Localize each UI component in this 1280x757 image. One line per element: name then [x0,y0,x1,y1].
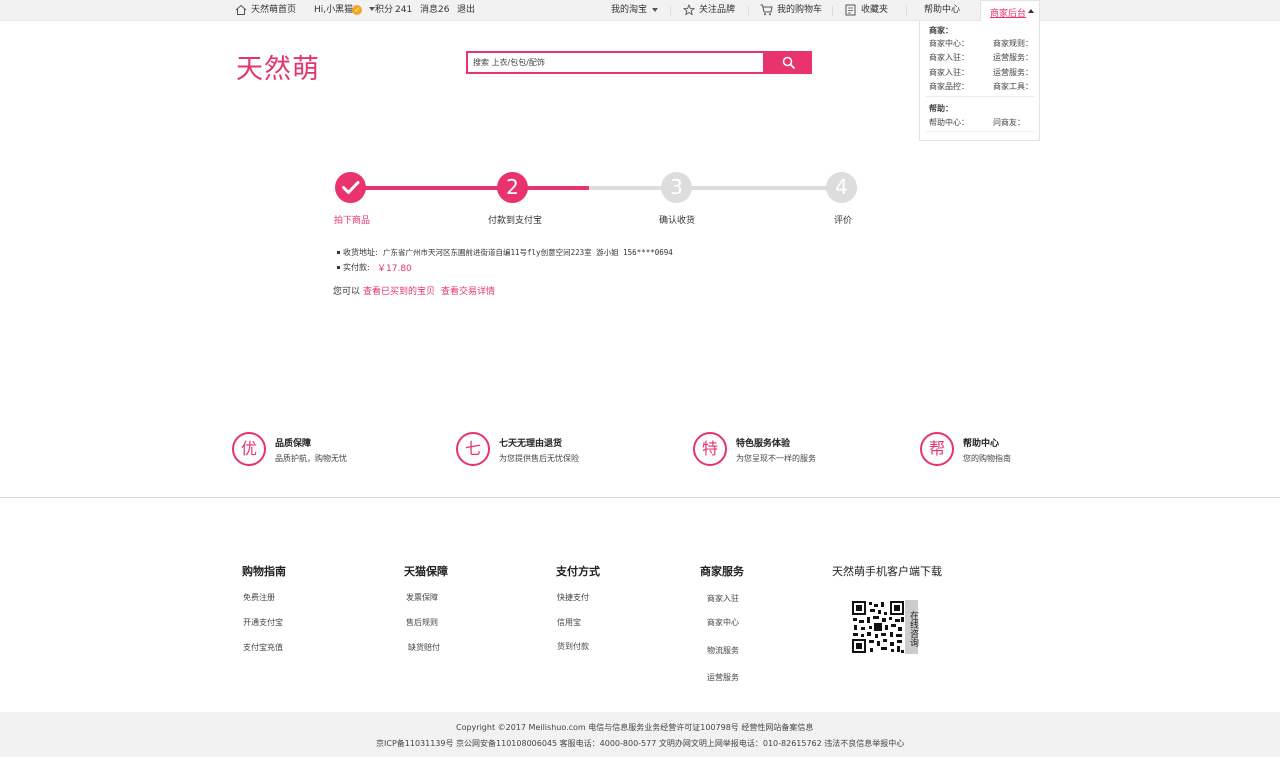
footer-link[interactable]: 物流服务 [707,645,739,656]
address-value: 广东省广州市天河区东圃前进街道自编11号fly创意空间223室 游小姐 156*… [383,248,673,257]
copyright-line-1: Copyright ©2017 Meilishuo.com 电信与信息服务业务经… [456,723,814,732]
dropdown-item[interactable]: 商家入驻： [929,68,969,78]
footer-link[interactable]: 商家中心 [707,617,739,628]
feature-desc: 为您呈现不一样的服务 [736,454,816,463]
footer-link[interactable]: 商家入驻 [707,593,739,604]
vip-badge-icon: ✓ [352,5,362,15]
seller-dropdown-menu: 商家： 商家中心： 商家规则： 商家入驻： 运营服务： 商家入驻： 运营服务： … [919,21,1040,141]
footer-link[interactable]: 免费注册 [243,592,275,603]
dropdown-item[interactable]: 问商友： [993,118,1025,128]
step-4-circle: 4 [826,172,857,203]
qr-code-icon [851,600,905,654]
dropdown-item[interactable]: 帮助中心： [929,118,969,128]
home-link[interactable]: 天然萌首页 [251,5,296,16]
help-heading: 帮助： [929,104,953,113]
footer-col-title: 支付方式 [556,565,600,578]
paid-amount: ￥17.80 [377,264,412,274]
favorites-link[interactable]: 收藏夹 [861,5,888,16]
step-2-circle: 2 [497,172,528,203]
quality-icon: 优 [232,432,266,466]
divider [926,96,1034,97]
divider [926,131,1034,132]
favorites-icon[interactable] [845,4,856,19]
progress-bar-pending [589,186,841,190]
dropdown-item[interactable]: 运营服务： [993,68,1033,78]
address-label: 收货地址: [343,248,378,257]
caret-down-icon[interactable] [652,8,658,12]
help-center-link[interactable]: 帮助中心 [924,5,960,16]
footer-link[interactable]: 售后规则 [406,617,438,628]
footer-col-title: 商家服务 [700,565,744,578]
feature-desc: 您的购物指南 [963,454,1011,463]
feature-title: 特色服务体验 [736,439,791,449]
search-icon [782,56,795,72]
seller-center-tab[interactable]: 商家后台 [980,0,1040,22]
step-1-label: 拍下商品 [334,216,371,226]
progress-bar-done [351,186,589,190]
footer-link[interactable]: 发票保障 [406,592,438,603]
footer-link[interactable]: 开通支付宝 [243,617,283,628]
footer-col-title: 天猫保障 [404,565,448,578]
caret-up-icon[interactable] [1028,9,1034,13]
my-taobao-link[interactable]: 我的淘宝 [611,5,647,16]
footer-col-title: 购物指南 [242,565,286,578]
points-label: 积分 [375,5,394,15]
footer-link[interactable]: 运营服务 [707,672,739,683]
cart-icon[interactable] [760,4,773,19]
hint-prefix: 您可以 [333,287,361,297]
step-4-label: 评价 [834,216,853,226]
bullet [337,266,340,269]
search-input[interactable] [468,53,763,72]
top-bar: 天然萌首页 Hi,小黑猫 ✓ 积分 241 消息26 退出 我的淘宝 关注品牌 … [0,0,1280,21]
step-3-label: 确认收货 [659,216,696,226]
feature-desc: 为您提供售后无忧保险 [499,454,579,463]
search-button[interactable] [765,51,812,74]
check-icon [342,181,360,194]
greeting-link[interactable]: Hi,小黑猫 [314,5,353,16]
feature-title: 帮助中心 [963,439,1000,449]
star-icon[interactable] [682,3,696,19]
online-consult-tag[interactable]: 在线咨询 [905,600,918,654]
dropdown-item[interactable]: 商家入驻： [929,53,969,63]
bullet [337,251,340,254]
site-logo[interactable]: 天然萌 [236,47,320,86]
section-divider [0,497,1280,498]
view-bought-link[interactable]: 查看已买到的宝贝 [363,284,435,297]
search-box [466,51,765,74]
step-3-circle: 3 [661,172,692,203]
copyright-line-2: 京ICP备11031139号 京公网安备110108006045 客服电话：40… [376,739,905,748]
app-download-title: 天然萌手机客户端下载 [832,565,942,578]
dropdown-item[interactable]: 商家工具： [993,82,1033,92]
step-2-label: 付款到支付宝 [488,216,543,226]
merchant-heading: 商家： [929,26,953,35]
footer-link[interactable]: 缺货赔付 [408,642,440,653]
seven-day-return-icon: 七 [456,432,490,466]
dropdown-item[interactable]: 运营服务： [993,53,1033,63]
points-value: 241 [395,5,413,15]
cart-link[interactable]: 我的购物车 [777,5,822,16]
footer-link[interactable]: 信用宝 [557,617,581,628]
view-detail-link[interactable]: 查看交易详情 [441,284,495,297]
dropdown-item[interactable]: 商家中心： [929,39,969,49]
footer-link[interactable]: 货到付款 [557,641,589,652]
copyright-bar: Copyright ©2017 Meilishuo.com 电信与信息服务业务经… [0,712,1280,757]
feature-title: 七天无理由退货 [499,439,563,449]
messages-link[interactable]: 消息26 [420,5,449,16]
logout-link[interactable]: 退出 [457,5,475,16]
seller-center-link[interactable]: 商家后台 [990,6,1026,19]
dropdown-item[interactable]: 商家品控： [929,82,969,92]
follow-brand-link[interactable]: 关注品牌 [699,5,735,16]
home-icon[interactable] [235,4,247,19]
feature-desc: 品质护航，购物无忧 [275,454,347,463]
special-service-icon: 特 [693,432,727,466]
step-1-circle [335,172,366,203]
paid-label: 实付款: [343,263,370,272]
help-center-icon: 帮 [920,432,954,466]
feature-title: 品质保障 [275,439,312,449]
footer-link[interactable]: 快捷支付 [557,592,589,603]
dropdown-item[interactable]: 商家规则： [993,39,1033,49]
footer-link[interactable]: 支付宝充值 [243,642,283,653]
